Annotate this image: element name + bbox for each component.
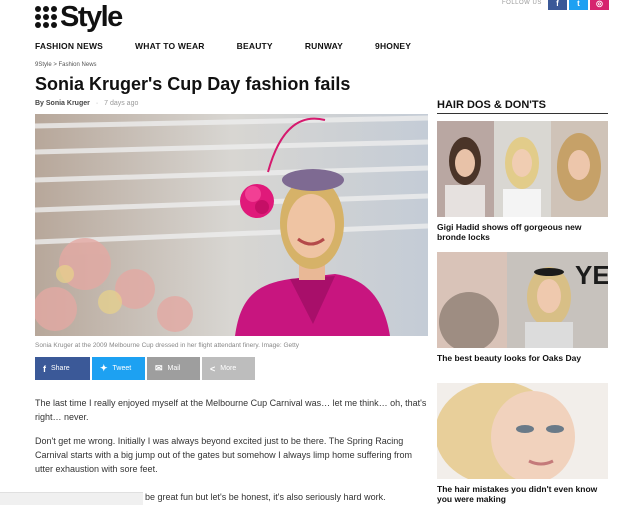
nav-item-fashion-news[interactable]: FASHION NEWS xyxy=(35,41,103,51)
sidebar-item-image[interactable]: YE xyxy=(437,252,608,348)
share-more-button[interactable]: < More xyxy=(202,357,255,380)
facebook-icon: f xyxy=(556,0,559,8)
article-title: Sonia Kruger's Cup Day fashion fails xyxy=(35,74,351,94)
sidebar-item-title[interactable]: Gigi Hadid shows off gorgeous new bronde… xyxy=(437,222,608,242)
share-icon: < xyxy=(210,363,216,374)
article-paragraph: Don't get me wrong. Initially I was alwa… xyxy=(35,436,413,474)
twitter-icon: t xyxy=(577,0,580,8)
article-paragraph: The last time I really enjoyed myself at… xyxy=(35,398,427,422)
share-more-label: More xyxy=(220,365,237,372)
mail-icon: ✉ xyxy=(155,363,163,373)
article-paragraph: be great fun but let's be honest, it's a… xyxy=(145,492,386,502)
author-name[interactable]: By Sonia Kruger xyxy=(35,100,90,107)
facebook-icon: f xyxy=(43,363,46,374)
sidebar-item-title[interactable]: The hair mistakes you didn't even know y… xyxy=(437,484,608,504)
sidebar-item-title[interactable]: The best beauty looks for Oaks Day xyxy=(437,353,608,363)
nav-item-runway[interactable]: RUNWAY xyxy=(305,41,343,51)
hero-image xyxy=(35,114,428,336)
publish-time: 7 days ago xyxy=(104,100,139,107)
bottom-overlay-bar xyxy=(0,492,143,505)
instagram-follow-button[interactable]: ◎ xyxy=(590,0,609,10)
svg-text:YE: YE xyxy=(575,260,608,290)
sidebar-item-image[interactable] xyxy=(437,383,608,479)
share-twitter-label: Tweet xyxy=(112,365,132,372)
share-mail-label: Mail xyxy=(167,365,181,372)
sidebar-heading: HAIR DOS & DON'TS xyxy=(437,99,608,114)
twitter-follow-button[interactable]: t xyxy=(569,0,588,10)
breadcrumb[interactable]: 9Style > Fashion News xyxy=(35,62,97,68)
site-header: Style FOLLOW US f t ◎ xyxy=(0,0,630,40)
main-nav: FASHION NEWS WHAT TO WEAR BEAUTY RUNWAY … xyxy=(35,41,443,51)
share-facebook-label: Share xyxy=(51,365,70,372)
instagram-icon: ◎ xyxy=(596,0,603,8)
share-mail-button[interactable]: ✉ Mail xyxy=(147,357,200,380)
nav-item-9honey[interactable]: 9HONEY xyxy=(375,41,411,51)
nav-item-beauty[interactable]: BEAUTY xyxy=(237,41,273,51)
share-facebook-button[interactable]: f Share xyxy=(35,357,90,380)
nav-item-what-to-wear[interactable]: WHAT TO WEAR xyxy=(135,41,205,51)
sidebar-item-image[interactable] xyxy=(437,121,608,217)
facebook-follow-button[interactable]: f xyxy=(548,0,567,10)
byline-separator: · xyxy=(95,100,99,107)
follow-us-label: FOLLOW US xyxy=(502,0,542,6)
site-logo[interactable]: Style xyxy=(35,1,123,33)
twitter-icon: ✦ xyxy=(100,363,108,373)
share-twitter-button[interactable]: ✦ Tweet xyxy=(92,357,145,380)
logo-text: Style xyxy=(60,1,123,33)
nine-dots-logo-icon xyxy=(35,6,57,28)
image-caption: Sonia Kruger at the 2009 Melbourne Cup d… xyxy=(35,342,300,349)
byline: By Sonia Kruger · 7 days ago xyxy=(35,100,138,107)
